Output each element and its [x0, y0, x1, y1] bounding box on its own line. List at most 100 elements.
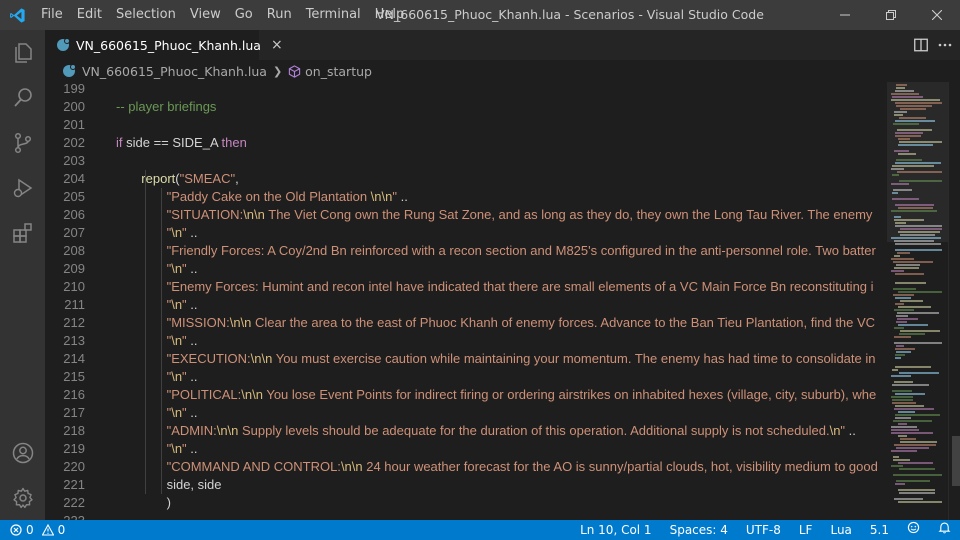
- problems-indicator[interactable]: 0 0: [0, 520, 65, 540]
- explorer-icon[interactable]: [0, 30, 45, 75]
- minimap-line: [895, 204, 934, 206]
- minimap-line: [894, 408, 934, 410]
- code-line[interactable]: 221 side, side: [45, 476, 887, 494]
- tab-active-file[interactable]: VN_660615_Phuoc_Khanh.lua ×: [45, 30, 283, 60]
- code-line[interactable]: 203: [45, 152, 887, 170]
- code-line[interactable]: 223: [45, 512, 887, 520]
- vertical-scrollbar[interactable]: [948, 82, 960, 520]
- language-mode[interactable]: Lua: [821, 520, 860, 540]
- code-line[interactable]: 199: [45, 82, 887, 98]
- menu-selection[interactable]: Selection: [109, 0, 183, 30]
- code-line[interactable]: 216 "POLITICAL:\n\n You lose Event Point…: [45, 386, 887, 404]
- menu-run[interactable]: Run: [260, 0, 299, 30]
- minimap-line: [898, 144, 933, 146]
- code-line[interactable]: 215 "\n" ..: [45, 368, 887, 386]
- minimap-line: [894, 336, 911, 338]
- line-number: 216: [63, 387, 85, 402]
- scrollbar-thumb[interactable]: [952, 436, 960, 486]
- code-line[interactable]: 218 "ADMIN:\n\n Supply levels should be …: [45, 422, 887, 440]
- code-line[interactable]: 207 "\n" ..: [45, 224, 887, 242]
- minimap-line: [894, 327, 904, 329]
- editor-actions: [914, 30, 952, 60]
- restore-button[interactable]: [868, 0, 914, 30]
- minimap-line: [894, 498, 923, 500]
- run-debug-icon[interactable]: [0, 165, 45, 210]
- minimap-line: [891, 432, 933, 434]
- code-line[interactable]: 210 "Enemy Forces: Humint and recon inte…: [45, 278, 887, 296]
- code-line[interactable]: 205 "Paddy Cake on the Old Plantation \n…: [45, 188, 887, 206]
- minimap-line: [896, 447, 929, 449]
- minimap-line: [897, 318, 918, 320]
- minimap-line: [900, 438, 916, 440]
- code-line[interactable]: 201: [45, 116, 887, 134]
- breadcrumb-symbol[interactable]: on_startup: [305, 64, 372, 79]
- code-text: if side == SIDE_A then: [116, 134, 247, 152]
- minimap-line: [894, 216, 901, 218]
- code-line[interactable]: 211 "\n" ..: [45, 296, 887, 314]
- line-number: 205: [63, 189, 85, 204]
- code-token: \n: [171, 405, 183, 420]
- minimap-line: [894, 444, 936, 446]
- minimap-line: [896, 321, 907, 323]
- minimap-line: [895, 357, 901, 359]
- code-text: "EXECUTION:\n\n You must exercise cautio…: [116, 350, 876, 368]
- menu-view[interactable]: View: [183, 0, 228, 30]
- code-line[interactable]: 208 "Friendly Forces: A Coy/2nd Bn reinf…: [45, 242, 887, 260]
- vscode-logo-icon[interactable]: [0, 0, 34, 30]
- minimap-line: [895, 249, 942, 251]
- account-icon[interactable]: [0, 430, 45, 475]
- code-line[interactable]: 217 "\n" ..: [45, 404, 887, 422]
- line-number: 211: [64, 297, 85, 312]
- code-line[interactable]: 214 "EXECUTION:\n\n You must exercise ca…: [45, 350, 887, 368]
- feedback-icon[interactable]: [898, 520, 929, 540]
- cursor-position[interactable]: Ln 10, Col 1: [571, 520, 661, 540]
- minimap-line: [896, 105, 932, 107]
- code-line[interactable]: 202 if side == SIDE_A then: [45, 134, 887, 152]
- code-line[interactable]: 219 "\n" ..: [45, 440, 887, 458]
- minimap-line: [895, 102, 942, 104]
- code-token: You must exercise caution while maintain…: [272, 351, 876, 366]
- code-text: "\n" ..: [116, 224, 198, 242]
- close-icon: [932, 10, 942, 20]
- code-line[interactable]: 213 "\n" ..: [45, 332, 887, 350]
- minimap-line: [891, 375, 911, 377]
- code-token: then: [221, 135, 247, 150]
- code-line[interactable]: 222 ): [45, 494, 887, 512]
- minimap[interactable]: [887, 82, 948, 520]
- menu-go[interactable]: Go: [228, 0, 260, 30]
- search-icon[interactable]: [0, 75, 45, 120]
- end-of-line[interactable]: LF: [790, 520, 822, 540]
- lua-version[interactable]: 5.1: [861, 520, 898, 540]
- code-text: "Paddy Cake on the Old Plantation \n\n" …: [116, 188, 408, 206]
- lua-file-icon: [57, 38, 70, 51]
- code-line[interactable]: 220 "COMMAND AND CONTROL:\n\n 24 hour we…: [45, 458, 887, 476]
- extensions-icon[interactable]: [0, 210, 45, 255]
- code-editor[interactable]: 199 200 -- player briefings 201 202 if side =…: [45, 82, 887, 520]
- split-editor-icon[interactable]: [914, 38, 928, 52]
- more-actions-icon[interactable]: [938, 38, 952, 52]
- tab-close-icon[interactable]: ×: [271, 37, 283, 53]
- code-token: ): [166, 495, 171, 510]
- code-token: "MISSION:: [166, 315, 230, 330]
- close-window-button[interactable]: [914, 0, 960, 30]
- code-line[interactable]: 212 "MISSION:\n\n Clear the area to the …: [45, 314, 887, 332]
- notifications-bell-icon[interactable]: [929, 520, 960, 540]
- minimize-button[interactable]: [822, 0, 868, 30]
- source-control-icon[interactable]: [0, 120, 45, 165]
- code-line[interactable]: 200 -- player briefings: [45, 98, 887, 116]
- menu-edit[interactable]: Edit: [70, 0, 109, 30]
- minimap-line: [899, 372, 939, 374]
- code-line[interactable]: 204 report("SMEAC",: [45, 170, 887, 188]
- indentation-setting[interactable]: Spaces: 4: [661, 520, 737, 540]
- code-line[interactable]: 209 "\n" ..: [45, 260, 887, 278]
- code-line[interactable]: 206 "SITUATION:\n\n The Viet Cong own th…: [45, 206, 887, 224]
- menu-file[interactable]: File: [34, 0, 70, 30]
- file-encoding[interactable]: UTF-8: [737, 520, 790, 540]
- settings-gear-icon[interactable]: [0, 475, 45, 520]
- code-token: report: [141, 171, 176, 186]
- minimap-line: [895, 483, 905, 485]
- minimap-line: [891, 237, 941, 239]
- breadcrumb-file[interactable]: VN_660615_Phuoc_Khanh.lua: [82, 64, 267, 79]
